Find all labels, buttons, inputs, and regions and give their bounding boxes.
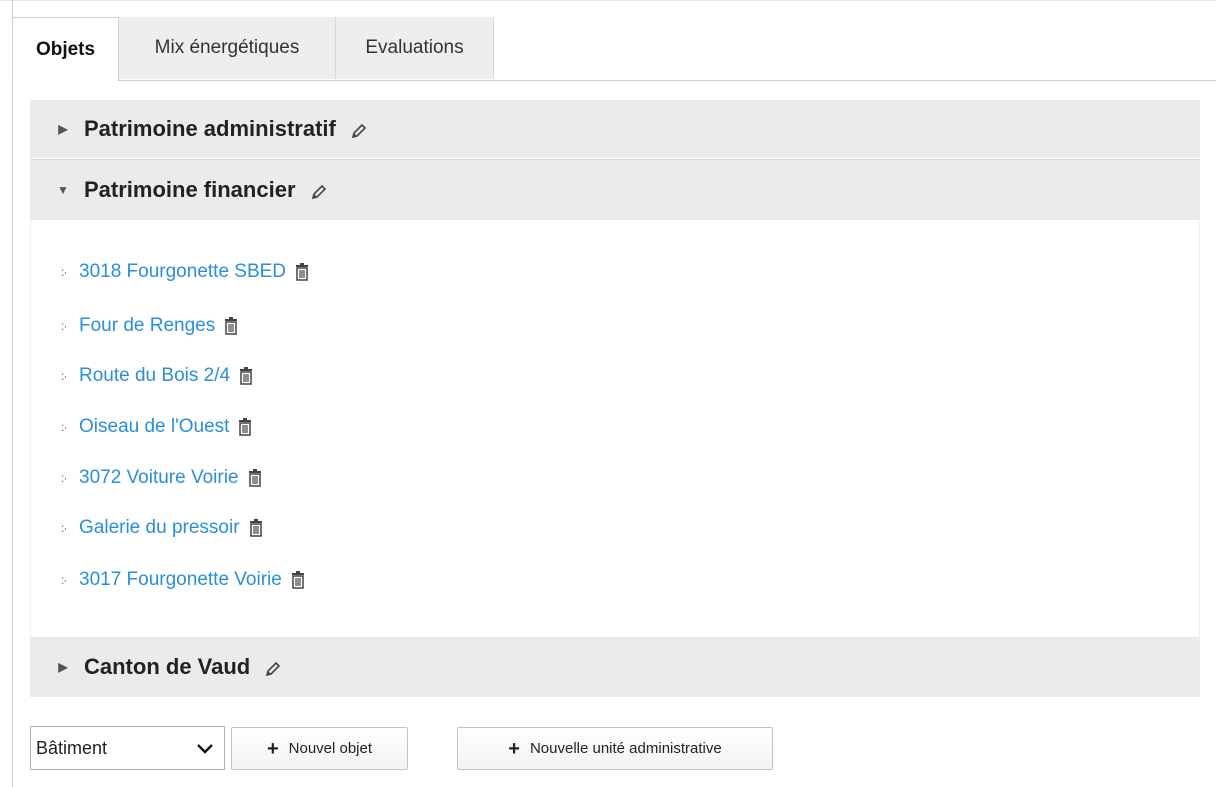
trash-icon[interactable] [291, 571, 305, 589]
group-body-patrimoine-financier: :· 3018 Fourgonette SBED :· Four de Reng… [30, 221, 1200, 637]
list-item: :· Galerie du pressoir [61, 515, 263, 541]
object-type-select[interactable]: Bâtiment [30, 726, 225, 770]
triangle-right-icon: ▶ [58, 660, 68, 674]
group-title: Patrimoine financier [84, 177, 296, 202]
trash-icon[interactable] [295, 263, 309, 281]
button-label: Nouvelle unité administrative [529, 740, 722, 757]
group-header-canton-de-vaud[interactable]: ▶ Canton de Vaud [30, 637, 1200, 697]
tab-label: Evaluations [365, 37, 464, 58]
plus-icon: + [508, 737, 520, 760]
new-admin-unit-button[interactable]: + Nouvelle unité administrative [457, 727, 773, 770]
object-link[interactable]: Galerie du pressoir [79, 517, 240, 539]
drag-handle-icon[interactable]: :· [61, 420, 79, 434]
list-item: :· Oiseau de l'Ouest [61, 414, 252, 440]
button-label: Nouvel objet [288, 740, 373, 757]
chevron-down-icon [194, 738, 216, 760]
object-link[interactable]: Oiseau de l'Ouest [79, 416, 229, 438]
list-item: :· Four de Renges [61, 313, 238, 339]
object-link[interactable]: 3017 Fourgonette Voirie [79, 569, 282, 591]
pencil-icon[interactable] [350, 120, 368, 139]
triangle-down-icon: ▼ [57, 183, 69, 197]
tab-evaluations[interactable]: Evaluations [336, 17, 494, 79]
list-item: :· 3017 Fourgonette Voirie [61, 567, 305, 593]
object-link[interactable]: Four de Renges [79, 315, 215, 337]
trash-icon[interactable] [224, 317, 238, 335]
triangle-right-icon: ▶ [58, 122, 68, 136]
drag-handle-icon[interactable]: :· [61, 265, 79, 279]
tab-label: Objets [35, 38, 96, 60]
object-link[interactable]: Route du Bois 2/4 [79, 365, 230, 387]
drag-handle-icon[interactable]: :· [61, 573, 79, 587]
object-link[interactable]: 3072 Voiture Voirie [79, 467, 239, 489]
plus-icon: + [266, 737, 279, 760]
pencil-icon[interactable] [310, 181, 328, 200]
pencil-icon[interactable] [264, 658, 282, 677]
group-title: Canton de Vaud [84, 654, 251, 679]
tab-label: Mix énergétiques [154, 37, 300, 58]
group-header-patrimoine-financier[interactable]: ▼ Patrimoine financier [30, 159, 1200, 220]
trash-icon[interactable] [249, 519, 263, 537]
drag-handle-icon[interactable]: :· [61, 471, 79, 485]
list-item: :· 3018 Fourgonette SBED [61, 259, 309, 285]
trash-icon[interactable] [238, 418, 252, 436]
trash-icon[interactable] [248, 469, 262, 487]
tab-objets[interactable]: Objets [12, 17, 119, 81]
trash-icon[interactable] [239, 367, 253, 385]
group-title: Patrimoine administratif [84, 116, 336, 141]
tab-bar: Objets Mix énergétiques Evaluations [12, 17, 1216, 81]
group-header-patrimoine-administratif[interactable]: ▶ Patrimoine administratif [30, 100, 1200, 158]
drag-handle-icon[interactable]: :· [61, 319, 79, 333]
tab-mix-energetiques[interactable]: Mix énergétiques [119, 17, 336, 79]
new-object-button[interactable]: + Nouvel objet [231, 727, 408, 770]
list-item: :· 3072 Voiture Voirie [61, 465, 262, 491]
select-value: Bâtiment [36, 737, 108, 758]
object-link[interactable]: 3018 Fourgonette SBED [79, 261, 286, 283]
list-item: :· Route du Bois 2/4 [61, 363, 253, 389]
drag-handle-icon[interactable]: :· [61, 521, 79, 535]
drag-handle-icon[interactable]: :· [61, 369, 79, 383]
